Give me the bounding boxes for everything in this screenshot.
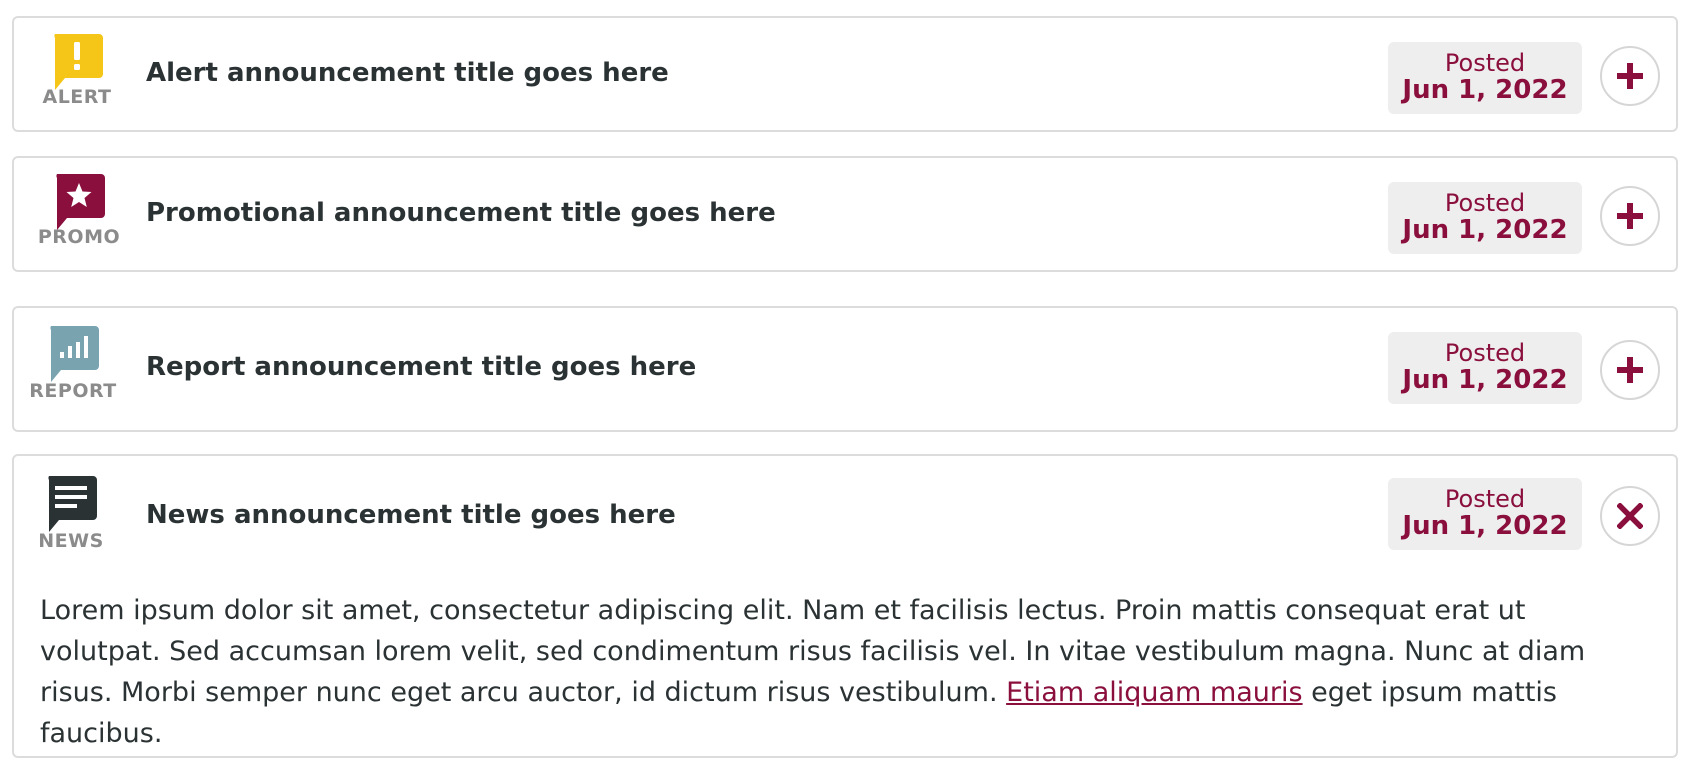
expand-button[interactable] bbox=[1600, 46, 1660, 106]
posted-date: Jun 1, 2022 bbox=[1402, 75, 1568, 105]
news-icon bbox=[45, 476, 97, 534]
announcement-type-report: REPORT bbox=[18, 326, 128, 402]
posted-date-badge: Posted Jun 1, 2022 bbox=[1388, 478, 1582, 550]
posted-label: Posted bbox=[1444, 485, 1526, 513]
posted-date-badge: Posted Jun 1, 2022 bbox=[1388, 42, 1582, 114]
announcement-type-label: PROMO bbox=[37, 226, 121, 248]
announcement-card-promo: PROMO Promotional announcement title goe… bbox=[12, 156, 1678, 272]
announcement-title[interactable]: Promotional announcement title goes here bbox=[146, 198, 776, 228]
announcement-title[interactable]: News announcement title goes here bbox=[146, 500, 676, 530]
posted-date: Jun 1, 2022 bbox=[1402, 511, 1568, 541]
announcement-type-label: REPORT bbox=[29, 380, 117, 402]
announcement-type-alert: ALERT bbox=[22, 34, 132, 108]
announcement-title[interactable]: Report announcement title goes here bbox=[146, 352, 696, 382]
body-link[interactable]: Etiam aliquam mauris bbox=[1006, 677, 1302, 708]
bar-chart-icon bbox=[47, 326, 99, 384]
plus-icon bbox=[1617, 357, 1643, 383]
announcement-title[interactable]: Alert announcement title goes here bbox=[146, 58, 669, 88]
expand-button[interactable] bbox=[1600, 340, 1660, 400]
alert-icon bbox=[51, 34, 103, 92]
posted-label: Posted bbox=[1444, 339, 1526, 367]
posted-date: Jun 1, 2022 bbox=[1402, 215, 1568, 245]
posted-date: Jun 1, 2022 bbox=[1402, 365, 1568, 395]
plus-icon bbox=[1617, 203, 1643, 229]
announcement-card-alert: ALERT Alert announcement title goes here… bbox=[12, 16, 1678, 132]
announcement-card-news: NEWS News announcement title goes here P… bbox=[12, 454, 1678, 758]
posted-date-badge: Posted Jun 1, 2022 bbox=[1388, 182, 1582, 254]
announcement-body: Lorem ipsum dolor sit amet, consectetur … bbox=[40, 590, 1640, 754]
collapse-button[interactable] bbox=[1600, 486, 1660, 546]
announcement-type-promo: PROMO bbox=[24, 174, 134, 248]
close-icon bbox=[1617, 503, 1643, 529]
posted-date-badge: Posted Jun 1, 2022 bbox=[1388, 332, 1582, 404]
expand-button[interactable] bbox=[1600, 186, 1660, 246]
announcement-type-label: ALERT bbox=[42, 86, 112, 108]
announcement-type-label: NEWS bbox=[38, 530, 104, 552]
posted-label: Posted bbox=[1444, 189, 1526, 217]
announcement-type-news: NEWS bbox=[16, 476, 126, 552]
plus-icon bbox=[1617, 63, 1643, 89]
star-icon bbox=[53, 174, 105, 232]
announcement-card-report: REPORT Report announcement title goes he… bbox=[12, 306, 1678, 432]
posted-label: Posted bbox=[1444, 49, 1526, 77]
